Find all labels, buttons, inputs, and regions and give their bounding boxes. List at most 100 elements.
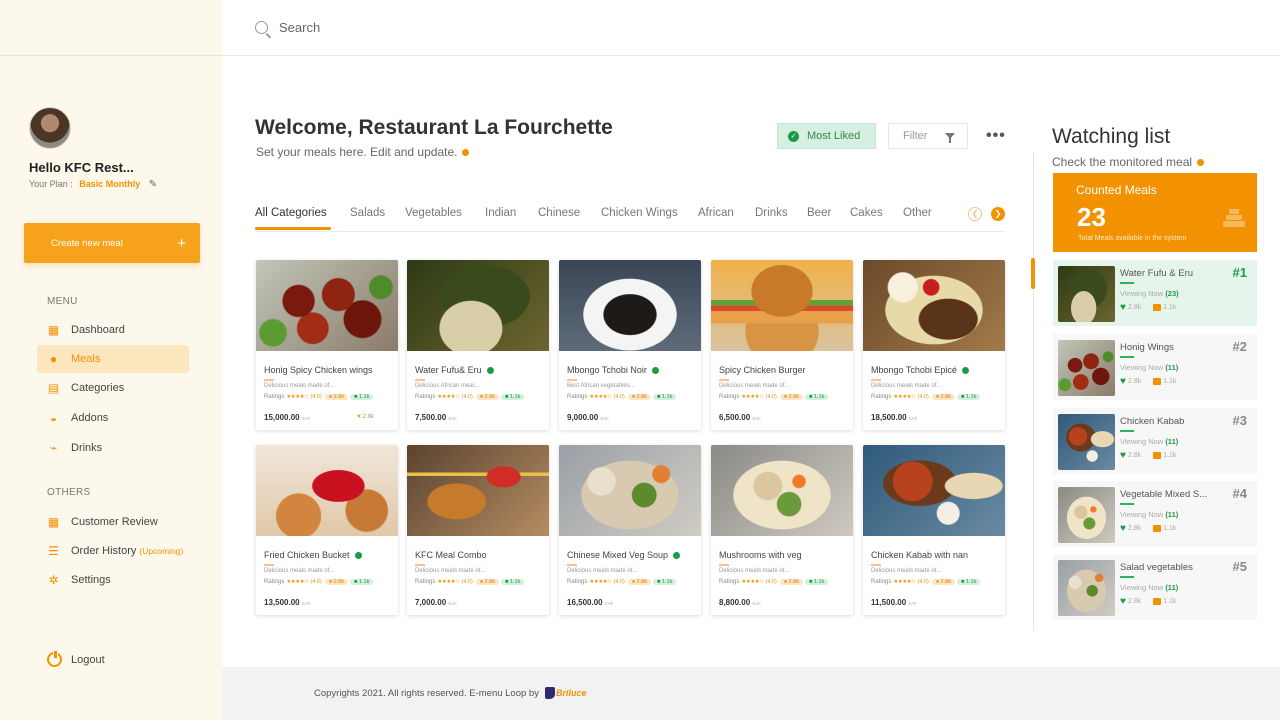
scroll-right-icon[interactable]: ❯ bbox=[991, 207, 1005, 221]
watching-item[interactable]: Water Fufu & Eru Viewing Now (23) ♥ 2.8k 1.1… bbox=[1053, 260, 1257, 326]
meal-image[interactable] bbox=[256, 445, 398, 536]
ratings-label: Ratings bbox=[567, 394, 588, 400]
meal-image[interactable] bbox=[711, 260, 853, 351]
tab-drinks[interactable]: Drinks bbox=[755, 207, 788, 219]
likes-value: 1.1k bbox=[813, 394, 825, 400]
meal-card[interactable]: Water Fufu& Eru Delicious African meal...… bbox=[407, 260, 549, 430]
edit-icon[interactable]: ✎ bbox=[149, 179, 157, 190]
views-value: 2.8k bbox=[333, 579, 345, 585]
counted-meals-label: Counted Meals bbox=[1076, 183, 1157, 197]
meal-card[interactable]: Chicken Kabab with nan Delicious meals ma… bbox=[863, 445, 1005, 615]
brand-logo[interactable]: Briluce bbox=[544, 687, 586, 699]
tab-vegetables[interactable]: Vegetables bbox=[405, 207, 462, 219]
sidebar-item-drinks[interactable]: ⌁ Drinks bbox=[37, 434, 189, 462]
order-history-icon: ☰ bbox=[48, 543, 59, 558]
likes-badge: ■ 1.1k bbox=[501, 394, 525, 400]
tab-other[interactable]: Other bbox=[903, 207, 932, 219]
watching-item[interactable]: Honig Wings Viewing Now (11) ♥ 2.8k 1.1k #2 bbox=[1053, 334, 1257, 400]
meal-image[interactable] bbox=[407, 260, 549, 351]
page-subtitle-text: Set your meals here. Edit and update. bbox=[256, 145, 458, 159]
meal-card[interactable]: Honig Spicy Chicken wings Delicious meals… bbox=[256, 260, 398, 430]
star-rating-icon: ★★★★☆ bbox=[437, 394, 460, 400]
more-options-icon[interactable]: ••• bbox=[986, 127, 1006, 145]
meal-image[interactable] bbox=[863, 260, 1005, 351]
sidebar-item-dashboard[interactable]: ▦ Dashboard bbox=[37, 316, 189, 344]
counted-meals-card: Counted Meals 23 Total Meals available i… bbox=[1053, 173, 1257, 252]
most-liked-button[interactable]: ✓ Most Liked bbox=[777, 123, 876, 149]
tab-african[interactable]: African bbox=[698, 207, 734, 219]
currency: XAF bbox=[908, 601, 917, 606]
search-input[interactable] bbox=[279, 20, 579, 35]
meal-card[interactable]: Mbongo Tchobi Epicé Delicious meals made … bbox=[863, 260, 1005, 430]
meal-card[interactable]: Chinese Mixed Veg Soup Delicious meals ma… bbox=[559, 445, 701, 615]
footer: Copyrights 2021. All rights reserved. E-… bbox=[223, 667, 1280, 720]
meal-price: 6,500.00 XAF bbox=[719, 413, 761, 422]
tab-cakes[interactable]: Cakes bbox=[850, 207, 883, 219]
meal-card[interactable]: Spicy Chicken Burger Delicious meals made… bbox=[711, 260, 853, 430]
tab-chinese[interactable]: Chinese bbox=[538, 207, 580, 219]
logout-label: Logout bbox=[71, 653, 105, 666]
sidebar-item-categories[interactable]: ▤ Categories bbox=[37, 374, 189, 402]
sidebar: Hello KFC Rest... Your Plan : Basic Mont… bbox=[0, 0, 223, 720]
meal-description: Delicious meals made of... bbox=[415, 568, 486, 574]
likes-value: 1.1k bbox=[813, 579, 825, 585]
info-icon[interactable] bbox=[1197, 158, 1205, 166]
meal-card[interactable]: Mushrooms with veg Delicious meals made o… bbox=[711, 445, 853, 615]
drinks-icon: ⌁ bbox=[49, 440, 58, 455]
meal-divider bbox=[871, 564, 881, 566]
tab-salads[interactable]: Salads bbox=[350, 207, 385, 219]
tab-chicken-wings[interactable]: Chicken Wings bbox=[601, 207, 678, 219]
comment-icon bbox=[1153, 598, 1162, 605]
sidebar-item-addons[interactable]: ◒ Addons bbox=[37, 404, 189, 432]
meal-rating: Ratings ★★★★☆ (4.0) ● 2.8k ■ 1.1k bbox=[567, 579, 677, 585]
meal-card[interactable]: Fried Chicken Bucket Delicious meals made… bbox=[256, 445, 398, 615]
sidebar-item-settings[interactable]: ✲ Settings bbox=[37, 566, 189, 594]
watching-item[interactable]: Vegetable Mixed S... Viewing Now (11) ♥ 2.8… bbox=[1053, 481, 1257, 547]
meal-image[interactable] bbox=[559, 260, 701, 351]
meal-divider bbox=[264, 564, 274, 566]
meal-rating: Ratings ★★★★☆ (4.0) ● 2.8k ■ 1.1k bbox=[264, 579, 374, 585]
watching-item-stats: ♥ 2.8k 1.1k bbox=[1120, 376, 1176, 387]
meal-card[interactable]: Mbongo Tchobi Noir Best African vegetable… bbox=[559, 260, 701, 430]
addons-icon: ◒ bbox=[49, 410, 58, 425]
watching-item-rank: #5 bbox=[1232, 559, 1247, 574]
price-value: 15,000.00 bbox=[264, 413, 300, 422]
price-value: 11,500.00 bbox=[871, 598, 907, 607]
meal-name: Mbongo Tchobi Noir bbox=[567, 365, 659, 375]
tab-indian[interactable]: Indian bbox=[485, 207, 516, 219]
tab-all-categories[interactable]: All Categories bbox=[255, 207, 327, 219]
sidebar-item-customer-review[interactable]: ▦ Customer Review bbox=[37, 508, 189, 536]
heart-icon: ♥ bbox=[1120, 302, 1126, 313]
meal-image[interactable] bbox=[407, 445, 549, 536]
verified-icon bbox=[651, 366, 659, 374]
filter-button[interactable]: Filter bbox=[888, 123, 968, 149]
views-value: 2.8k bbox=[636, 579, 648, 585]
meal-name: KFC Meal Combo bbox=[415, 550, 487, 560]
info-icon[interactable] bbox=[462, 148, 470, 156]
active-tab-indicator bbox=[255, 227, 331, 230]
likes-value: 1.1k bbox=[358, 579, 370, 585]
watching-item[interactable]: Salad vegetables Viewing Now (11) ♥ 2.8k 1.1… bbox=[1053, 554, 1257, 620]
views-badge: ● 2.8k bbox=[931, 579, 956, 585]
meal-image[interactable] bbox=[711, 445, 853, 536]
rating-value: (4.0) bbox=[310, 579, 322, 585]
meal-image[interactable] bbox=[256, 260, 398, 351]
scroll-left-icon[interactable]: ❮ bbox=[968, 207, 982, 221]
watching-item[interactable]: Chicken Kabab Viewing Now (11) ♥ 2.8k 1.1k #3 bbox=[1053, 408, 1257, 474]
avatar[interactable] bbox=[29, 107, 71, 149]
meal-image[interactable] bbox=[559, 445, 701, 536]
sidebar-item-meals[interactable]: ● Meals bbox=[37, 345, 189, 373]
logout-button[interactable]: Logout bbox=[47, 650, 105, 667]
sidebar-item-order-history[interactable]: ☰ Order History (Upcoming) bbox=[37, 537, 189, 565]
watching-scrollbar[interactable] bbox=[1031, 258, 1035, 289]
rating-value: (4.0) bbox=[613, 394, 625, 400]
create-meal-button[interactable]: Create new meal + bbox=[24, 223, 200, 263]
comments-value: 1.1k bbox=[1163, 452, 1177, 459]
meal-divider bbox=[264, 379, 274, 381]
meal-price: 7,500.00 XAF bbox=[415, 413, 457, 422]
plan-name[interactable]: Basic Monthly bbox=[79, 179, 140, 189]
rating-value: (4.0) bbox=[310, 394, 322, 400]
meal-card[interactable]: KFC Meal Combo Delicious meals made of...… bbox=[407, 445, 549, 615]
meal-image[interactable] bbox=[863, 445, 1005, 536]
tab-beer[interactable]: Beer bbox=[807, 207, 831, 219]
